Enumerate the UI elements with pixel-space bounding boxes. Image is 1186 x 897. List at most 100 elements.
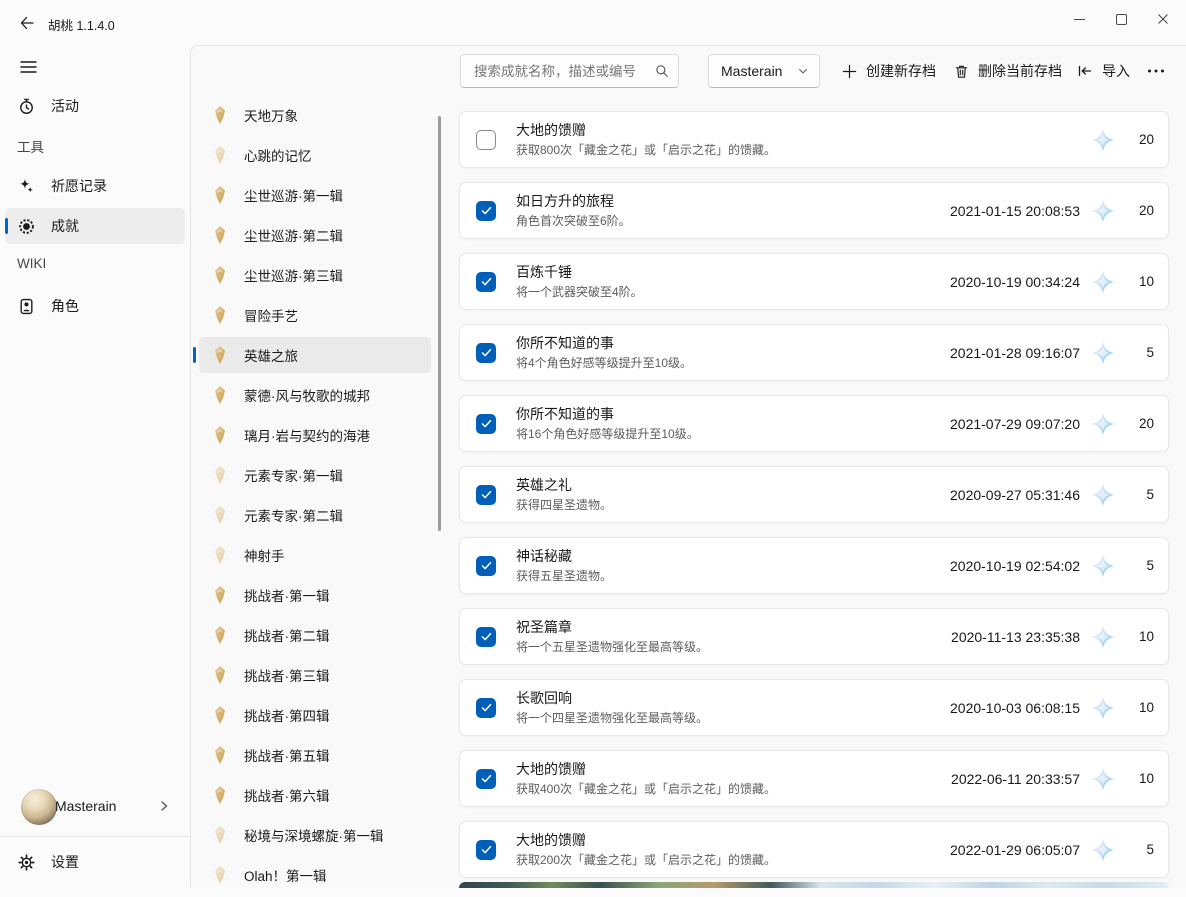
- achievement-card[interactable]: 神话秘藏 获得五星圣遗物。 2020-10-19 02:54:02 5: [459, 537, 1169, 594]
- achievement-checkbox[interactable]: [476, 201, 496, 221]
- category-label: 元素专家·第一辑: [244, 465, 343, 485]
- back-button[interactable]: [14, 10, 40, 36]
- avatar: [21, 789, 57, 825]
- achievement-checkbox[interactable]: [476, 414, 496, 434]
- category-label: 英雄之旅: [244, 345, 298, 365]
- achievement-date: 2021-01-28 09:16:07: [950, 345, 1080, 361]
- sidebar-item-label: 角色: [51, 296, 79, 316]
- achievement-checkbox[interactable]: [476, 130, 496, 150]
- delete-archive-button[interactable]: 删除当前存档: [943, 54, 1072, 88]
- category-item[interactable]: 挑战者·第六辑: [199, 777, 431, 813]
- achievement-description: 将16个角色好感等级提升至10级。: [516, 426, 938, 443]
- achievement-title: 你所不知道的事: [516, 405, 938, 424]
- category-item[interactable]: 璃月·岩与契约的海港: [199, 417, 431, 453]
- achievement-reward-count: 10: [1128, 629, 1154, 644]
- achievement-reward-count: 5: [1128, 487, 1154, 502]
- category-medal-icon: [209, 824, 231, 846]
- category-item[interactable]: 挑战者·第三辑: [199, 657, 431, 693]
- category-item[interactable]: 天地万象: [199, 97, 431, 133]
- category-item[interactable]: 元素专家·第一辑: [199, 457, 431, 493]
- achievement-checkbox[interactable]: [476, 698, 496, 718]
- achievement-description: 将一个武器突破至4阶。: [516, 284, 938, 301]
- category-item[interactable]: 挑战者·第四辑: [199, 697, 431, 733]
- sidebar-item-wish-records[interactable]: 祈愿记录: [5, 168, 185, 204]
- achievement-card[interactable]: 大地的馈赠 获取800次「藏金之花」或「启示之花」的馈藏。 20: [459, 111, 1169, 168]
- sidebar-item-achievements[interactable]: 成就: [5, 208, 185, 244]
- achievement-card[interactable]: 祝圣篇章 将一个五星圣遗物强化至最高等级。 2020-11-13 23:35:3…: [459, 608, 1169, 665]
- sidebar-section-tools: 工具: [17, 136, 44, 156]
- achievement-checkbox[interactable]: [476, 343, 496, 363]
- category-item[interactable]: 冒险手艺: [199, 297, 431, 333]
- achievement-card[interactable]: 百炼千锤 将一个武器突破至4阶。 2020-10-19 00:34:24 10: [459, 253, 1169, 310]
- category-item[interactable]: 蒙德·风与牧歌的城邦: [199, 377, 431, 413]
- achievement-checkbox[interactable]: [476, 272, 496, 292]
- achievement-checkbox[interactable]: [476, 769, 496, 789]
- check-icon: [480, 275, 493, 288]
- settings-label: 设置: [51, 852, 79, 872]
- category-medal-icon: [209, 784, 231, 806]
- maximize-button[interactable]: [1100, 0, 1142, 38]
- achievement-checkbox[interactable]: [476, 556, 496, 576]
- category-item[interactable]: 挑战者·第一辑: [199, 577, 431, 613]
- achievement-date: 2020-09-27 05:31:46: [950, 487, 1080, 503]
- close-button[interactable]: [1142, 0, 1184, 38]
- sidebar-divider: [0, 836, 190, 837]
- import-button[interactable]: 导入: [1067, 54, 1140, 88]
- primogem-icon: [1090, 624, 1116, 650]
- category-item[interactable]: 心跳的记忆: [199, 137, 431, 173]
- achievement-text: 你所不知道的事 将4个角色好感等级提升至10级。: [516, 334, 938, 372]
- category-item[interactable]: 元素专家·第二辑: [199, 497, 431, 533]
- wish-record-icon: [17, 177, 35, 195]
- achievement-title: 百炼千锤: [516, 263, 938, 282]
- sidebar-item-characters[interactable]: 角色: [5, 288, 185, 324]
- check-icon: [480, 417, 493, 430]
- achievement-checkbox[interactable]: [476, 840, 496, 860]
- category-label: 天地万象: [244, 105, 298, 125]
- check-icon: [480, 204, 493, 217]
- achievement-card[interactable]: 英雄之礼 获得四星圣遗物。 2020-09-27 05:31:46 5: [459, 466, 1169, 523]
- achievement-description: 获得四星圣遗物。: [516, 497, 938, 514]
- minimize-button[interactable]: [1058, 0, 1100, 38]
- achievement-card[interactable]: 你所不知道的事 将4个角色好感等级提升至10级。 2021-01-28 09:1…: [459, 324, 1169, 381]
- search-box[interactable]: [460, 54, 679, 88]
- sidebar-item-activity[interactable]: 活动: [5, 88, 185, 124]
- achievement-card[interactable]: 长歌回响 将一个四星圣遗物强化至最高等级。 2020-10-03 06:08:1…: [459, 679, 1169, 736]
- achievement-text: 祝圣篇章 将一个五星圣遗物强化至最高等级。: [516, 618, 939, 656]
- category-medal-icon: [209, 464, 231, 486]
- category-item[interactable]: Olah！第一辑: [199, 857, 431, 893]
- category-item[interactable]: 挑战者·第五辑: [199, 737, 431, 773]
- back-arrow-icon: [19, 15, 35, 31]
- category-medal-icon: [209, 504, 231, 526]
- create-archive-button[interactable]: 创建新存档: [831, 54, 946, 88]
- achievement-card[interactable]: 你所不知道的事 将16个角色好感等级提升至10级。 2021-07-29 09:…: [459, 395, 1169, 452]
- category-item[interactable]: 尘世巡游·第二辑: [199, 217, 431, 253]
- search-input[interactable]: [472, 63, 655, 80]
- achievement-description: 获取200次「藏金之花」或「启示之花」的馈藏。: [516, 852, 938, 869]
- sidebar-item-settings[interactable]: 设置: [5, 844, 185, 880]
- primogem-icon: [1090, 695, 1116, 721]
- category-medal-icon: [209, 424, 231, 446]
- achievement-checkbox[interactable]: [476, 627, 496, 647]
- category-item[interactable]: 英雄之旅: [199, 337, 431, 373]
- archive-selector[interactable]: Masterain: [708, 54, 820, 88]
- achievement-card[interactable]: 如日方升的旅程 角色首次突破至6阶。 2021-01-15 20:08:53 2…: [459, 182, 1169, 239]
- achievement-date: 2021-07-29 09:07:20: [950, 416, 1080, 432]
- category-scrollbar[interactable]: [438, 116, 441, 531]
- category-label: 冒险手艺: [244, 305, 298, 325]
- more-options-button[interactable]: [1139, 54, 1173, 88]
- achievement-card[interactable]: 大地的馈赠 获取400次「藏金之花」或「启示之花」的馈藏。 2022-06-11…: [459, 750, 1169, 807]
- category-label: 挑战者·第五辑: [244, 745, 330, 765]
- category-item[interactable]: 神射手: [199, 537, 431, 573]
- achievement-card[interactable]: 大地的馈赠 获取200次「藏金之花」或「启示之花」的馈藏。 2022-01-29…: [459, 821, 1169, 878]
- achievement-reward-count: 10: [1128, 771, 1154, 786]
- category-medal-icon: [209, 344, 231, 366]
- category-item[interactable]: 挑战者·第二辑: [199, 617, 431, 653]
- navigation-sidebar: 活动 工具 祈愿记录 成就 WIKI 角色 Masterain: [0, 45, 190, 887]
- achievement-checkbox[interactable]: [476, 485, 496, 505]
- category-item[interactable]: 尘世巡游·第一辑: [199, 177, 431, 213]
- hamburger-icon: [20, 60, 37, 74]
- category-item[interactable]: 秘境与深境螺旋·第一辑: [199, 817, 431, 853]
- hamburger-button[interactable]: [15, 54, 41, 80]
- category-label: 挑战者·第二辑: [244, 625, 330, 645]
- category-item[interactable]: 尘世巡游·第三辑: [199, 257, 431, 293]
